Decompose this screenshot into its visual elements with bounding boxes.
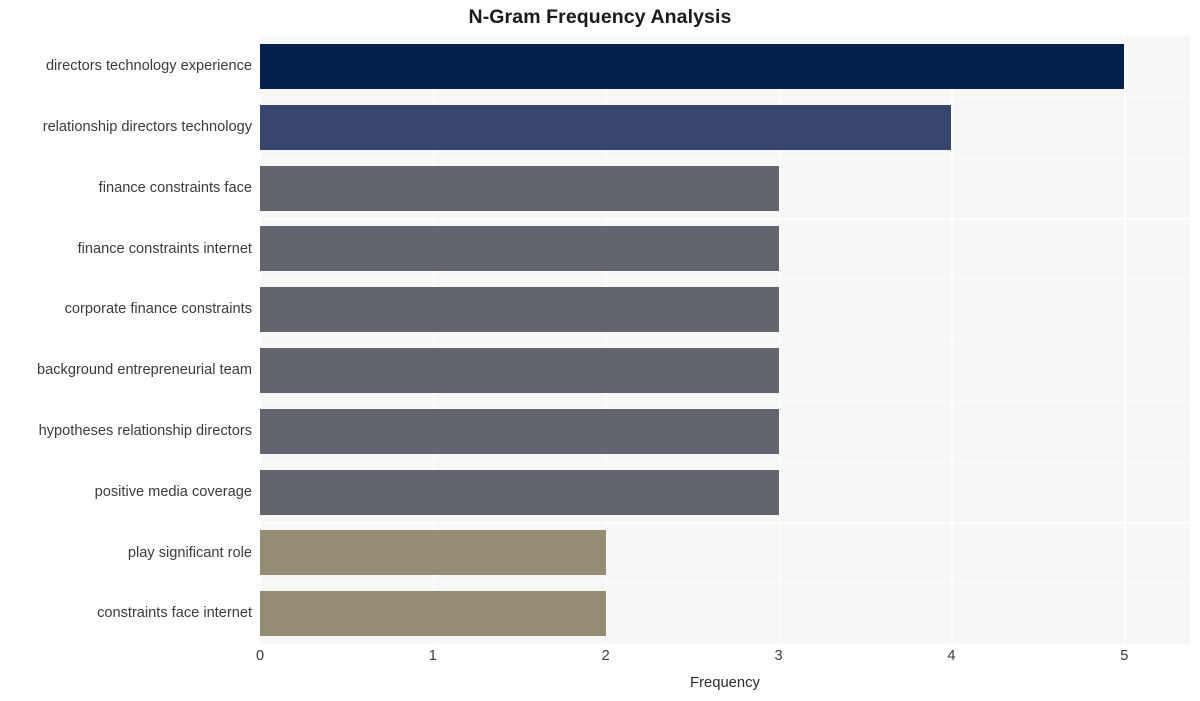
x-axis-tick-label: 3 <box>774 648 783 664</box>
gridline-horizontal <box>260 583 1190 585</box>
gridline-horizontal <box>260 340 1190 342</box>
y-axis-tick-label: directors technology experience <box>45 58 252 75</box>
bar[interactable] <box>260 408 779 454</box>
y-axis-tick-label: constraints face internet <box>97 605 252 622</box>
plot-area <box>260 36 1190 644</box>
y-axis-tick-label: positive media coverage <box>94 483 252 500</box>
x-axis-tick-label: 0 <box>255 648 265 664</box>
gridline-horizontal <box>260 157 1190 159</box>
x-axis-tick-label: 4 <box>947 648 956 664</box>
y-axis-tick-label: hypotheses relationship directors <box>38 422 252 439</box>
y-axis-tick-label: finance constraints face <box>98 179 252 196</box>
gridline-vertical <box>1124 36 1126 644</box>
x-axis-label: Frequency <box>690 675 760 691</box>
gridline-horizontal <box>260 36 1190 38</box>
gridline-horizontal <box>260 400 1190 402</box>
y-axis-tick-label: background entrepreneurial team <box>37 362 252 379</box>
gridline-horizontal <box>260 218 1190 220</box>
gridline-horizontal <box>260 461 1190 463</box>
bar[interactable] <box>260 530 606 576</box>
chart-title: N-Gram Frequency Analysis <box>468 6 732 28</box>
bar[interactable] <box>260 591 606 637</box>
y-axis-tick-label: play significant role <box>127 544 252 561</box>
gridline-horizontal <box>260 279 1190 281</box>
x-axis-tick-label: 2 <box>601 648 610 664</box>
y-axis-tick-labels: directors technology experience relations… <box>0 36 252 644</box>
gridline-horizontal <box>260 522 1190 524</box>
y-axis-tick-label: corporate finance constraints <box>64 301 252 318</box>
bar[interactable] <box>260 226 779 272</box>
bar[interactable] <box>260 347 779 393</box>
bar[interactable] <box>260 104 952 150</box>
x-axis-tick-labels: 0 1 2 3 4 5 <box>256 648 1190 670</box>
bar[interactable] <box>260 165 779 211</box>
bar[interactable] <box>260 43 1125 89</box>
gridline-vertical <box>951 36 953 644</box>
y-axis-tick-label: relationship directors technology <box>42 118 252 135</box>
bar[interactable] <box>260 469 779 515</box>
x-axis-tick-label: 5 <box>1120 648 1129 664</box>
gridline-horizontal <box>260 96 1190 98</box>
bar[interactable] <box>260 287 779 333</box>
x-axis-tick-label: 1 <box>428 648 437 664</box>
y-axis-tick-label: finance constraints internet <box>77 240 252 257</box>
chart-figure: N-Gram Frequency Analysis directors tech… <box>0 0 1200 701</box>
